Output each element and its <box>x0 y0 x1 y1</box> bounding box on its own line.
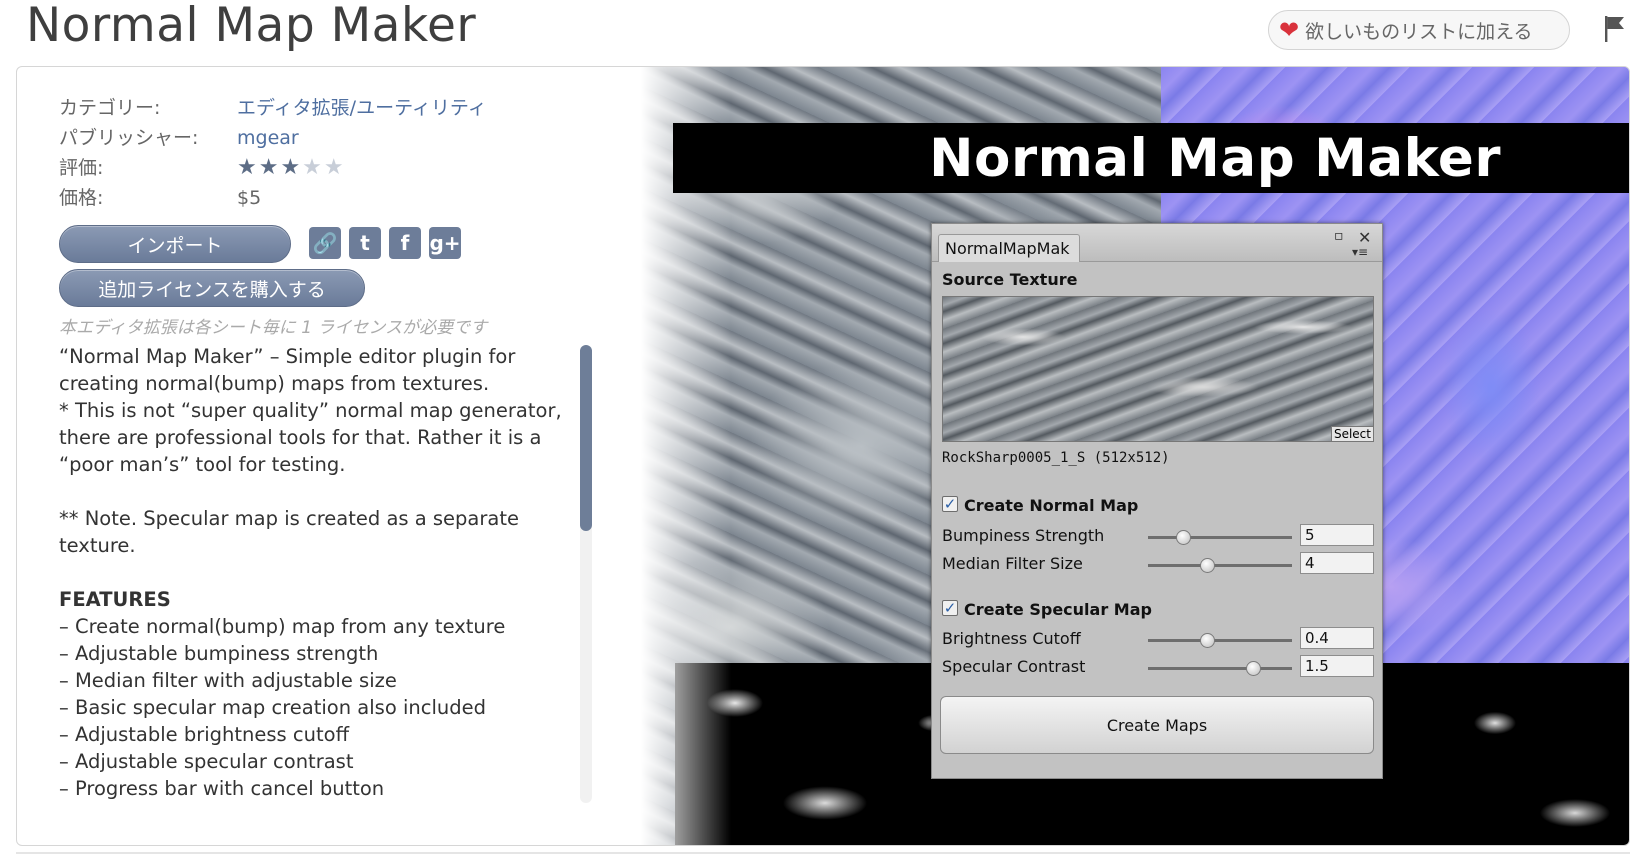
feature-item: – Create normal(bump) map from any textu… <box>59 615 506 638</box>
page-title: Normal Map Maker <box>26 0 477 53</box>
editor-tab[interactable]: NormalMapMak <box>938 234 1080 262</box>
wishlist-button[interactable]: ❤ 欲しいものリストに加える <box>1268 10 1570 50</box>
brightness-slider[interactable] <box>1148 633 1292 648</box>
maximize-icon[interactable]: ▫ <box>1334 228 1344 244</box>
wishlist-label: 欲しいものリストに加える <box>1305 20 1533 43</box>
source-texture-preview[interactable]: Select <box>942 296 1374 442</box>
feature-item: – Progress bar with cancel button <box>59 777 385 800</box>
create-specular-checkbox[interactable]: ✓ <box>942 600 958 616</box>
scrollbar-thumb[interactable] <box>580 345 592 531</box>
product-info: カテゴリー: エディタ拡張/ユーティリティ パブリッシャー: mgear 評価:… <box>59 93 487 213</box>
description-intro: “Normal Map Maker” – Simple editor plugi… <box>59 345 562 476</box>
buy-license-button[interactable]: 追加ライセンスを購入する <box>59 269 365 307</box>
publisher-label: パブリッシャー: <box>59 127 199 149</box>
heart-icon: ❤ <box>1279 16 1300 44</box>
rating-label: 評価: <box>59 157 104 179</box>
feature-item: – Adjustable brightness cutoff <box>59 723 350 746</box>
feature-item: – Adjustable specular contrast <box>59 750 354 773</box>
brightness-label: Brightness Cutoff <box>942 629 1081 648</box>
contrast-slider[interactable] <box>1148 661 1292 676</box>
publisher-link[interactable]: mgear <box>237 123 299 153</box>
category-label: カテゴリー: <box>59 97 161 119</box>
google-plus-icon[interactable]: g+ <box>429 227 461 259</box>
create-maps-button[interactable]: Create Maps <box>940 696 1374 754</box>
promo-banner-title: Normal Map Maker <box>929 127 1501 189</box>
contrast-label: Specular Contrast <box>942 657 1086 676</box>
link-icon[interactable]: 🔗 <box>309 227 341 259</box>
promo-banner: Normal Map Maker <box>673 123 1629 193</box>
price-row: 価格: $5 <box>59 183 487 213</box>
contrast-field[interactable]: 1.5 <box>1300 655 1374 677</box>
source-texture-label: Source Texture <box>942 270 1078 289</box>
editor-window: NormalMapMak ▫ ✕ ▾≡ Source Texture Selec… <box>931 223 1383 779</box>
feature-item: – Basic specular map creation also inclu… <box>59 696 486 719</box>
features-heading: FEATURES <box>59 588 171 611</box>
import-button[interactable]: インポート <box>59 225 291 263</box>
category-row: カテゴリー: エディタ拡張/ユーティリティ <box>59 93 487 123</box>
license-note: 本エディタ拡張は各シート毎に 1 ライセンスが必要です <box>59 318 488 338</box>
promo-image: Normal Map Maker NormalMapMak ▫ ✕ ▾≡ Sou… <box>641 67 1629 845</box>
median-label: Median Filter Size <box>942 554 1083 573</box>
bumpiness-field[interactable]: 5 <box>1300 524 1374 546</box>
slider-knob[interactable] <box>1200 558 1216 573</box>
twitter-icon[interactable]: t <box>349 227 381 259</box>
slider-knob[interactable] <box>1175 530 1191 545</box>
slider-knob[interactable] <box>1246 661 1262 676</box>
price-value: $5 <box>237 187 262 209</box>
category-link[interactable]: エディタ拡張/ユーティリティ <box>237 93 487 123</box>
brightness-field[interactable]: 0.4 <box>1300 627 1374 649</box>
product-card: カテゴリー: エディタ拡張/ユーティリティ パブリッシャー: mgear 評価:… <box>16 66 1630 846</box>
description-note: ** Note. Specular map is created as a se… <box>59 507 519 557</box>
texture-select-button[interactable]: Select <box>1330 426 1373 441</box>
feature-item: – Adjustable bumpiness strength <box>59 642 379 665</box>
bumpiness-label: Bumpiness Strength <box>942 526 1105 545</box>
feature-item: – Median filter with adjustable size <box>59 669 397 692</box>
bumpiness-slider[interactable] <box>1148 530 1292 545</box>
median-field[interactable]: 4 <box>1300 552 1374 574</box>
flag-icon[interactable] <box>1602 14 1628 44</box>
texture-name: RockSharp0005_1_S (512x512) <box>942 450 1170 466</box>
price-label: 価格: <box>59 187 104 209</box>
create-specular-label: Create Specular Map <box>964 600 1152 619</box>
slider-knob[interactable] <box>1200 633 1216 648</box>
publisher-row: パブリッシャー: mgear <box>59 123 487 153</box>
create-normal-label: Create Normal Map <box>964 496 1139 515</box>
create-normal-checkbox[interactable]: ✓ <box>942 496 958 512</box>
median-slider[interactable] <box>1148 558 1292 573</box>
rating-row: 評価: ★★★★★ <box>59 153 487 183</box>
rating-stars: ★★★★★ <box>237 153 346 183</box>
editor-tab-bar: NormalMapMak ▫ ✕ ▾≡ <box>932 224 1382 262</box>
description: “Normal Map Maker” – Simple editor plugi… <box>59 343 569 803</box>
window-menu-icon[interactable]: ▾≡ <box>1352 245 1368 259</box>
facebook-icon[interactable]: f <box>389 227 421 259</box>
